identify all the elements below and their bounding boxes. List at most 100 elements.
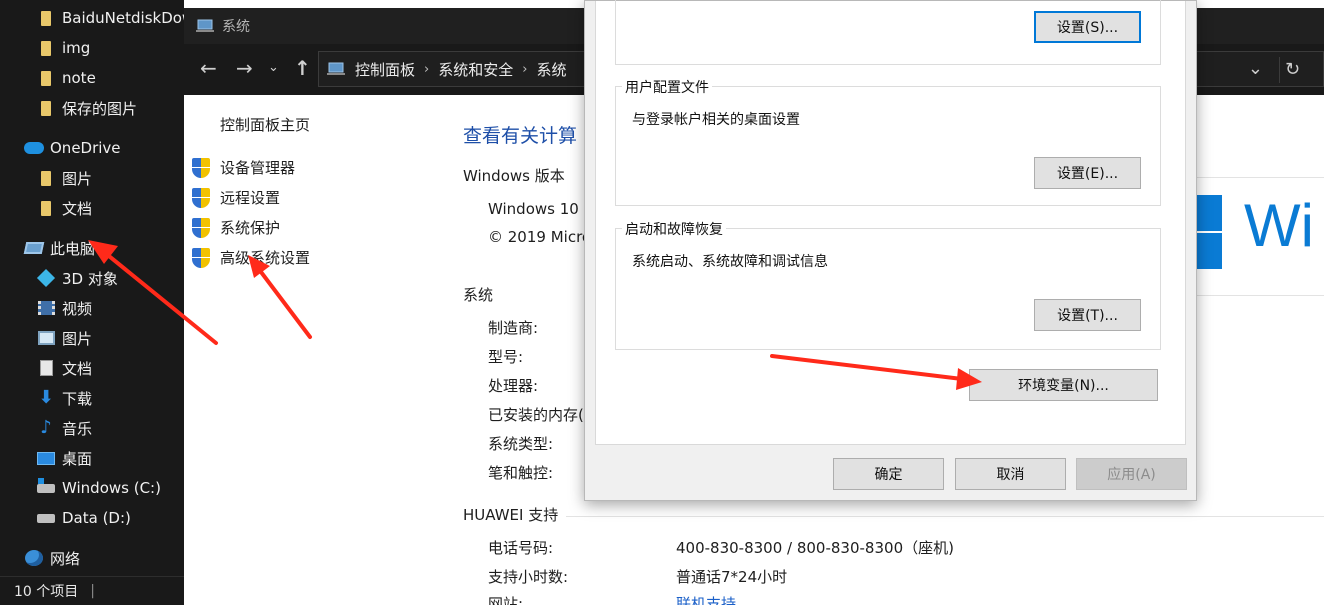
shield-icon [192, 157, 210, 178]
folder-icon [36, 98, 56, 118]
startup-recovery-group: 启动和故障恢复 系统启动、系统故障和调试信息 设置(T)... [615, 219, 1161, 350]
status-divider: | [90, 583, 95, 599]
nav-item-videos[interactable]: 视频 [36, 294, 92, 322]
startup-recovery-settings-button[interactable]: 设置(T)... [1034, 299, 1141, 331]
windows-drive-icon [36, 477, 56, 498]
shield-icon [192, 187, 210, 208]
performance-group: 设置(S)... [615, 0, 1161, 65]
windows-copyright: © 2019 Micro [488, 228, 592, 246]
windows-edition-label: Windows 版本 [463, 167, 565, 185]
user-profiles-settings-button[interactable]: 设置(E)... [1034, 157, 1141, 189]
chevron-right-icon[interactable]: › [522, 62, 527, 77]
window-title: 系统 [222, 19, 250, 35]
cancel-button[interactable]: 取消 [955, 458, 1066, 490]
drive-icon [36, 508, 56, 528]
nav-item-label: 文档 [62, 199, 93, 218]
ok-button[interactable]: 确定 [833, 458, 944, 490]
folder-icon [36, 68, 56, 88]
advanced-system-settings-link[interactable]: 高级系统设置 [192, 247, 310, 268]
desktop-icon [36, 448, 56, 468]
refresh-icon[interactable]: ↻ [1279, 57, 1305, 83]
nav-item-windows-c[interactable]: Windows (C:) [36, 474, 161, 502]
model-label: 型号: [488, 348, 524, 366]
windows-logo-text: Wi [1244, 192, 1314, 259]
nav-item-saved-pictures[interactable]: 保存的图片 [36, 94, 137, 122]
nav-item-label: 视频 [62, 299, 93, 318]
nav-item-3d-objects[interactable]: 3D 对象 [36, 264, 118, 292]
breadcrumb-system[interactable]: 系统 [536, 59, 566, 80]
folder-icon [36, 198, 56, 218]
nav-item-pictures[interactable]: 图片 [36, 324, 92, 352]
home-link-label: 控制面板主页 [220, 116, 311, 134]
nav-item-onedrive-pictures[interactable]: 图片 [36, 164, 92, 192]
folder-icon [36, 38, 56, 58]
nav-item-onedrive[interactable]: OneDrive [24, 134, 121, 162]
this-pc-icon [23, 238, 45, 258]
nav-item-label: note [62, 69, 96, 87]
chevron-down-icon[interactable]: ⌄ [1248, 58, 1263, 79]
manufacturer-label: 制造商: [488, 319, 539, 337]
breadcrumb-system-security[interactable]: 系统和安全 [438, 59, 513, 80]
nav-item-label: 此电脑 [50, 239, 96, 258]
nav-item-network[interactable]: 网络 [24, 544, 80, 572]
shield-icon [192, 217, 210, 238]
system-protection-link[interactable]: 系统保护 [192, 217, 280, 238]
nav-item-label: BaiduNetdiskDow [62, 9, 195, 27]
support-hours-value: 普通话7*24小时 [676, 568, 788, 586]
folder-icon [36, 168, 56, 188]
user-profiles-title: 用户配置文件 [622, 77, 712, 97]
shield-icon [192, 247, 210, 268]
nav-item-desktop[interactable]: 桌面 [36, 444, 92, 472]
startup-recovery-title: 启动和故障恢复 [622, 219, 726, 239]
nav-item-note[interactable]: note [36, 64, 96, 92]
link-label: 高级系统设置 [220, 249, 311, 267]
nav-item-label: Data (D:) [62, 509, 131, 527]
nav-item-label: 下载 [62, 389, 93, 408]
nav-item-label: img [62, 39, 91, 57]
forward-arrow-icon[interactable]: → [236, 56, 253, 80]
folder-icon [36, 8, 56, 28]
3d-objects-icon [36, 268, 56, 288]
music-icon: ♪ [40, 417, 52, 438]
nav-item-onedrive-documents[interactable]: 文档 [36, 194, 92, 222]
control-panel-icon [327, 61, 347, 77]
page-title: 查看有关计算 [463, 125, 578, 147]
recent-locations-chevron-icon[interactable]: ⌄ [268, 56, 279, 80]
nav-item-this-pc[interactable]: 此电脑 [23, 234, 96, 262]
control-panel-home-link[interactable]: 控制面板主页 [220, 114, 310, 135]
nav-item-label: 网络 [50, 549, 81, 568]
remote-settings-link[interactable]: 远程设置 [192, 187, 280, 208]
nav-item-music[interactable]: ♪ 音乐 [36, 414, 92, 442]
system-section-label: 系统 [463, 286, 494, 304]
online-support-link[interactable]: 联机支持 [676, 593, 736, 605]
link-label: 远程设置 [220, 189, 281, 207]
videos-icon [36, 298, 56, 318]
device-manager-link[interactable]: 设备管理器 [192, 157, 295, 178]
logo-divider-top [1184, 177, 1324, 178]
support-section-label: HUAWEI 支持 [463, 506, 559, 524]
nav-item-baidunetdisk[interactable]: BaiduNetdiskDow [36, 4, 194, 32]
up-arrow-icon[interactable]: ↑ [294, 56, 311, 80]
nav-item-documents[interactable]: 文档 [36, 354, 92, 382]
nav-item-label: OneDrive [50, 139, 121, 157]
online-support-link-text: 联机支持 [676, 595, 737, 605]
performance-settings-button[interactable]: 设置(S)... [1034, 11, 1141, 43]
address-bar-end: ⌄ ↻ [1196, 51, 1324, 87]
windows-edition-value: Windows 10 专 [488, 200, 599, 218]
chevron-right-icon[interactable]: › [424, 62, 429, 77]
nav-item-downloads[interactable]: ⬇ 下载 [36, 384, 92, 412]
breadcrumb-control-panel[interactable]: 控制面板 [355, 59, 415, 80]
apply-button[interactable]: 应用(A) [1076, 458, 1187, 490]
website-label: 网站: [488, 595, 524, 605]
nav-item-img[interactable]: img [36, 34, 90, 62]
downloads-icon: ⬇ [38, 387, 54, 408]
startup-recovery-description: 系统启动、系统故障和调试信息 [632, 254, 828, 270]
system-type-label: 系统类型: [488, 435, 554, 453]
environment-variables-button[interactable]: 环境变量(N)... [969, 369, 1158, 401]
status-bar: 10 个项目 | [0, 576, 184, 605]
nav-item-label: 图片 [62, 169, 93, 188]
documents-icon [36, 358, 56, 378]
back-arrow-icon[interactable]: ← [200, 56, 217, 80]
nav-item-data-d[interactable]: Data (D:) [36, 504, 131, 532]
breadcrumb[interactable]: 控制面板 › 系统和安全 › 系统 [318, 51, 618, 87]
